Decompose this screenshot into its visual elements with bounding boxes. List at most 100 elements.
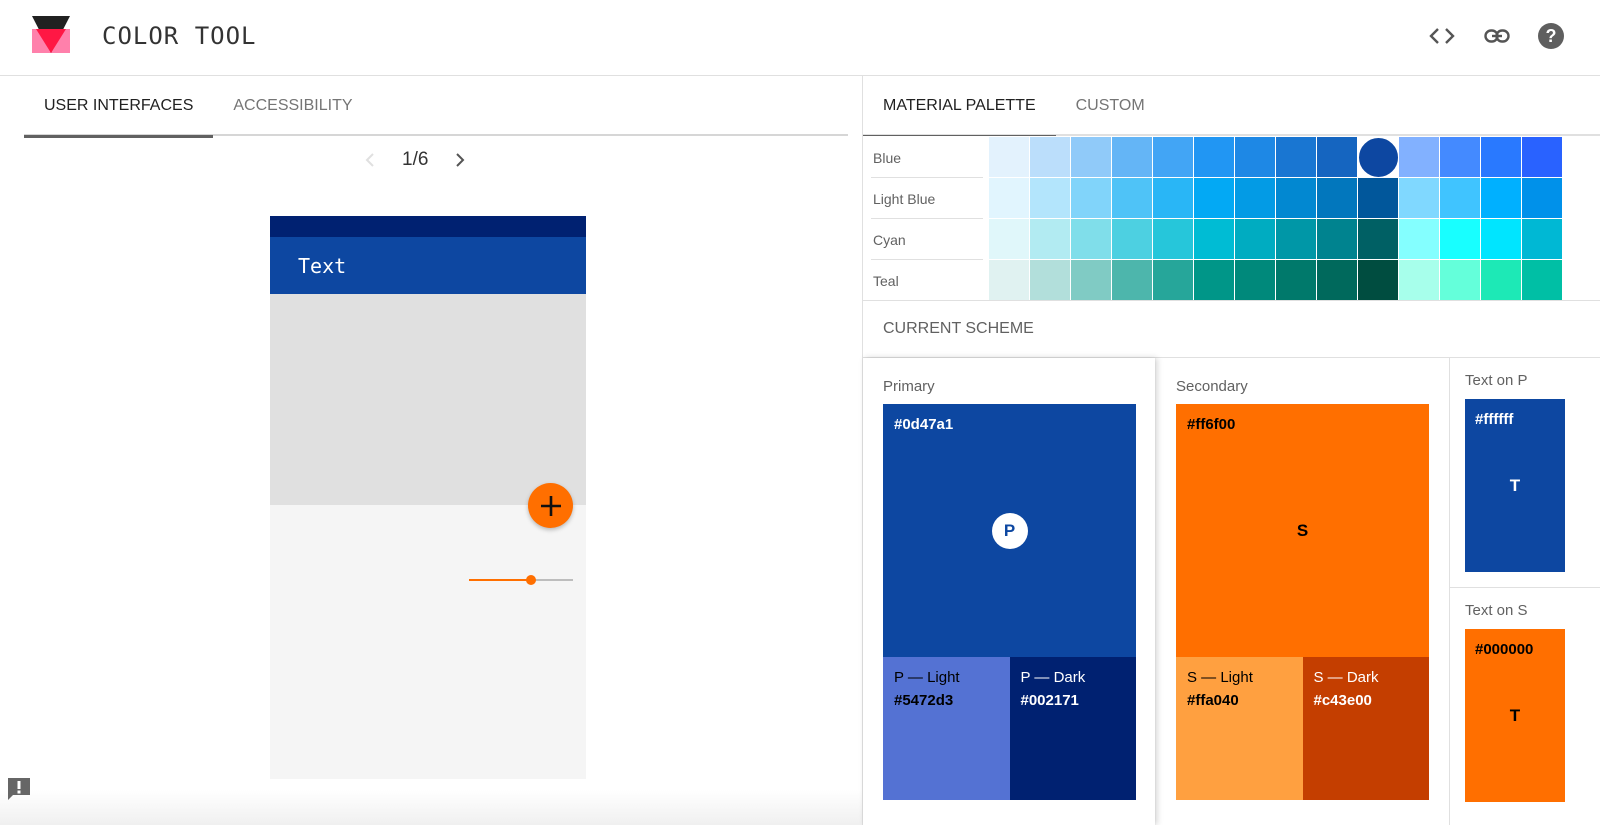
palette-swatch[interactable]: [1194, 219, 1235, 260]
feedback-button[interactable]: [6, 776, 32, 802]
palette-swatch[interactable]: [1112, 178, 1153, 219]
palette-swatch[interactable]: [1358, 260, 1399, 301]
palette-swatch[interactable]: [1399, 260, 1440, 301]
palette-swatch[interactable]: [1481, 137, 1522, 178]
preview-panel: USER INTERFACES ACCESSIBILITY 1/6 Text: [0, 76, 862, 825]
palette-swatch-selected[interactable]: [1358, 137, 1399, 178]
primary-light-swatch[interactable]: P — Light #5472d3: [883, 657, 1010, 800]
tab-user-interfaces[interactable]: USER INTERFACES: [24, 76, 214, 138]
palette-swatch[interactable]: [1112, 219, 1153, 260]
palette-swatch[interactable]: [989, 178, 1030, 219]
tab-custom[interactable]: CUSTOM: [1056, 76, 1165, 136]
palette-swatch[interactable]: [1276, 137, 1317, 178]
palette-swatch[interactable]: [1317, 178, 1358, 219]
previous-page-button[interactable]: [360, 146, 380, 174]
text-on-primary-swatch[interactable]: #ffffff T: [1465, 399, 1565, 572]
palette-row: Teal: [863, 260, 1563, 301]
secondary-light-swatch[interactable]: S — Light #ffa040: [1176, 657, 1303, 800]
next-page-button[interactable]: [450, 146, 470, 174]
palette-swatch[interactable]: [1399, 219, 1440, 260]
palette-swatch[interactable]: [989, 219, 1030, 260]
secondary-dark-swatch[interactable]: S — Dark #c43e00: [1302, 657, 1429, 800]
palette-swatch[interactable]: [1071, 178, 1112, 219]
palette-swatch[interactable]: [1317, 137, 1358, 178]
palette-swatch[interactable]: [1358, 178, 1399, 219]
palette-swatch[interactable]: [1235, 260, 1276, 301]
palette-swatch[interactable]: [1235, 178, 1276, 219]
palette-swatch[interactable]: [1112, 260, 1153, 301]
tab-accessibility[interactable]: ACCESSIBILITY: [213, 76, 372, 136]
preview-tabs: USER INTERFACES ACCESSIBILITY: [24, 76, 848, 138]
palette-swatch[interactable]: [1440, 219, 1481, 260]
palette-swatch[interactable]: [1317, 260, 1358, 301]
palette-swatch[interactable]: [1235, 219, 1276, 260]
app-title: COLOR TOOL: [102, 22, 257, 50]
preview-slider[interactable]: [469, 574, 573, 586]
palette-swatch[interactable]: [1030, 219, 1071, 260]
palette-row: Blue: [863, 137, 1563, 178]
palette-swatch[interactable]: [1030, 178, 1071, 219]
palette-swatch[interactable]: [1194, 137, 1235, 178]
material-palette-grid: Blue Light Blue Cyan Teal: [863, 136, 1600, 301]
text-colors-column: Text on P #ffffff T Text on S #000000 T: [1449, 358, 1600, 825]
help-icon[interactable]: ?: [1535, 20, 1567, 52]
palette-swatch[interactable]: [1522, 219, 1563, 260]
palette-swatch[interactable]: [1153, 219, 1194, 260]
palette-panel: MATERIAL PALETTE CUSTOM Blue Light Blue Cy…: [862, 76, 1600, 825]
palette-row-label: Light Blue: [863, 178, 989, 219]
primary-dark-swatch[interactable]: P — Dark #002171: [1009, 657, 1136, 800]
palette-swatch[interactable]: [1440, 137, 1481, 178]
palette-swatch[interactable]: [989, 137, 1030, 178]
text-on-primary-hex: #ffffff: [1475, 411, 1514, 428]
palette-swatch[interactable]: [1071, 219, 1112, 260]
palette-swatch[interactable]: [1399, 137, 1440, 178]
palette-swatch[interactable]: [1030, 260, 1071, 301]
palette-swatch[interactable]: [1358, 219, 1399, 260]
primary-hex: #0d47a1: [894, 416, 954, 433]
palette-swatch[interactable]: [1399, 178, 1440, 219]
primary-label: Primary: [883, 378, 935, 395]
text-on-secondary-swatch[interactable]: #000000 T: [1465, 629, 1565, 802]
palette-swatch[interactable]: [1071, 137, 1112, 178]
secondary-light-hex: #ffa040: [1187, 692, 1239, 709]
secondary-variants: S — Light #ffa040 S — Dark #c43e00: [1176, 657, 1429, 800]
palette-swatch[interactable]: [1440, 178, 1481, 219]
svg-text:?: ?: [1546, 26, 1557, 46]
palette-swatch[interactable]: [1481, 219, 1522, 260]
chevron-right-icon: [456, 153, 465, 167]
palette-swatch[interactable]: [1235, 137, 1276, 178]
palette-swatch[interactable]: [1481, 260, 1522, 301]
text-on-secondary-label: Text on S: [1465, 602, 1528, 619]
text-on-primary-label: Text on P: [1465, 372, 1528, 389]
app-header: COLOR TOOL ?: [0, 0, 1600, 76]
color-tool-logo: [32, 16, 70, 53]
palette-swatch[interactable]: [1030, 137, 1071, 178]
link-icon[interactable]: [1481, 20, 1513, 52]
palette-swatch[interactable]: [1440, 260, 1481, 301]
slider-thumb[interactable]: [526, 575, 537, 585]
fab-button[interactable]: [528, 483, 573, 528]
palette-swatch[interactable]: [1522, 137, 1563, 178]
palette-swatch[interactable]: [1194, 260, 1235, 301]
palette-swatch[interactable]: [1194, 178, 1235, 219]
palette-swatch[interactable]: [1276, 260, 1317, 301]
secondary-swatch[interactable]: #ff6f00 S: [1176, 404, 1429, 657]
palette-swatch[interactable]: [1071, 260, 1112, 301]
secondary-card: Secondary #ff6f00 S S — Light #ffa040 S …: [1156, 358, 1449, 825]
code-icon[interactable]: [1426, 20, 1458, 52]
palette-swatch[interactable]: [1153, 137, 1194, 178]
palette-swatch[interactable]: [1153, 260, 1194, 301]
palette-swatch[interactable]: [1522, 178, 1563, 219]
palette-swatch[interactable]: [1317, 219, 1358, 260]
app-bar-text: Text: [298, 253, 347, 278]
palette-swatch[interactable]: [1522, 260, 1563, 301]
primary-swatch[interactable]: #0d47a1 P: [883, 404, 1136, 657]
tab-material-palette[interactable]: MATERIAL PALETTE: [863, 76, 1056, 138]
palette-swatch[interactable]: [1276, 178, 1317, 219]
palette-swatch[interactable]: [1153, 178, 1194, 219]
palette-swatch[interactable]: [1481, 178, 1522, 219]
slider-fill: [469, 579, 532, 581]
palette-swatch[interactable]: [1112, 137, 1153, 178]
palette-swatch[interactable]: [1276, 219, 1317, 260]
palette-swatch[interactable]: [989, 260, 1030, 301]
